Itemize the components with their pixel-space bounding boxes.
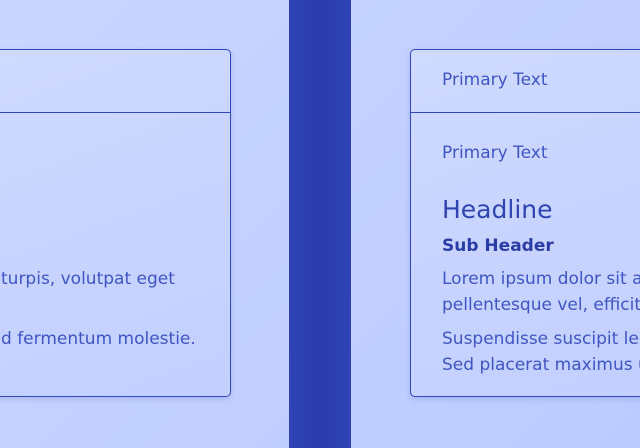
right-card-headline: Headline: [442, 195, 553, 224]
right-card-primary-text: Primary Text: [442, 143, 548, 163]
right-card-paragraph-1-line-1: Lorem ipsum dolor sit a: [442, 269, 640, 289]
left-card-body-line-2: d fermentum molestie.: [1, 329, 196, 349]
right-card-paragraph-2-line-1: Suspendisse suscipit lec: [442, 329, 640, 349]
right-card-paragraph-1-line-2: pellentesque vel, efficitu: [442, 295, 640, 315]
right-card-header: Primary Text: [411, 50, 640, 113]
right-card-header-text: Primary Text: [442, 70, 548, 90]
center-divider-panel: [289, 0, 351, 448]
right-card-paragraph-2-line-2: Sed placerat maximus u: [442, 355, 640, 375]
left-card: turpis, volutpat eget d fermentum molest…: [0, 49, 231, 397]
right-card: Primary Text Primary Text Headline Sub H…: [410, 49, 640, 397]
left-card-body-line-1: turpis, volutpat eget: [1, 269, 175, 289]
left-card-header: [0, 50, 230, 113]
right-card-sub-header: Sub Header: [442, 236, 554, 256]
